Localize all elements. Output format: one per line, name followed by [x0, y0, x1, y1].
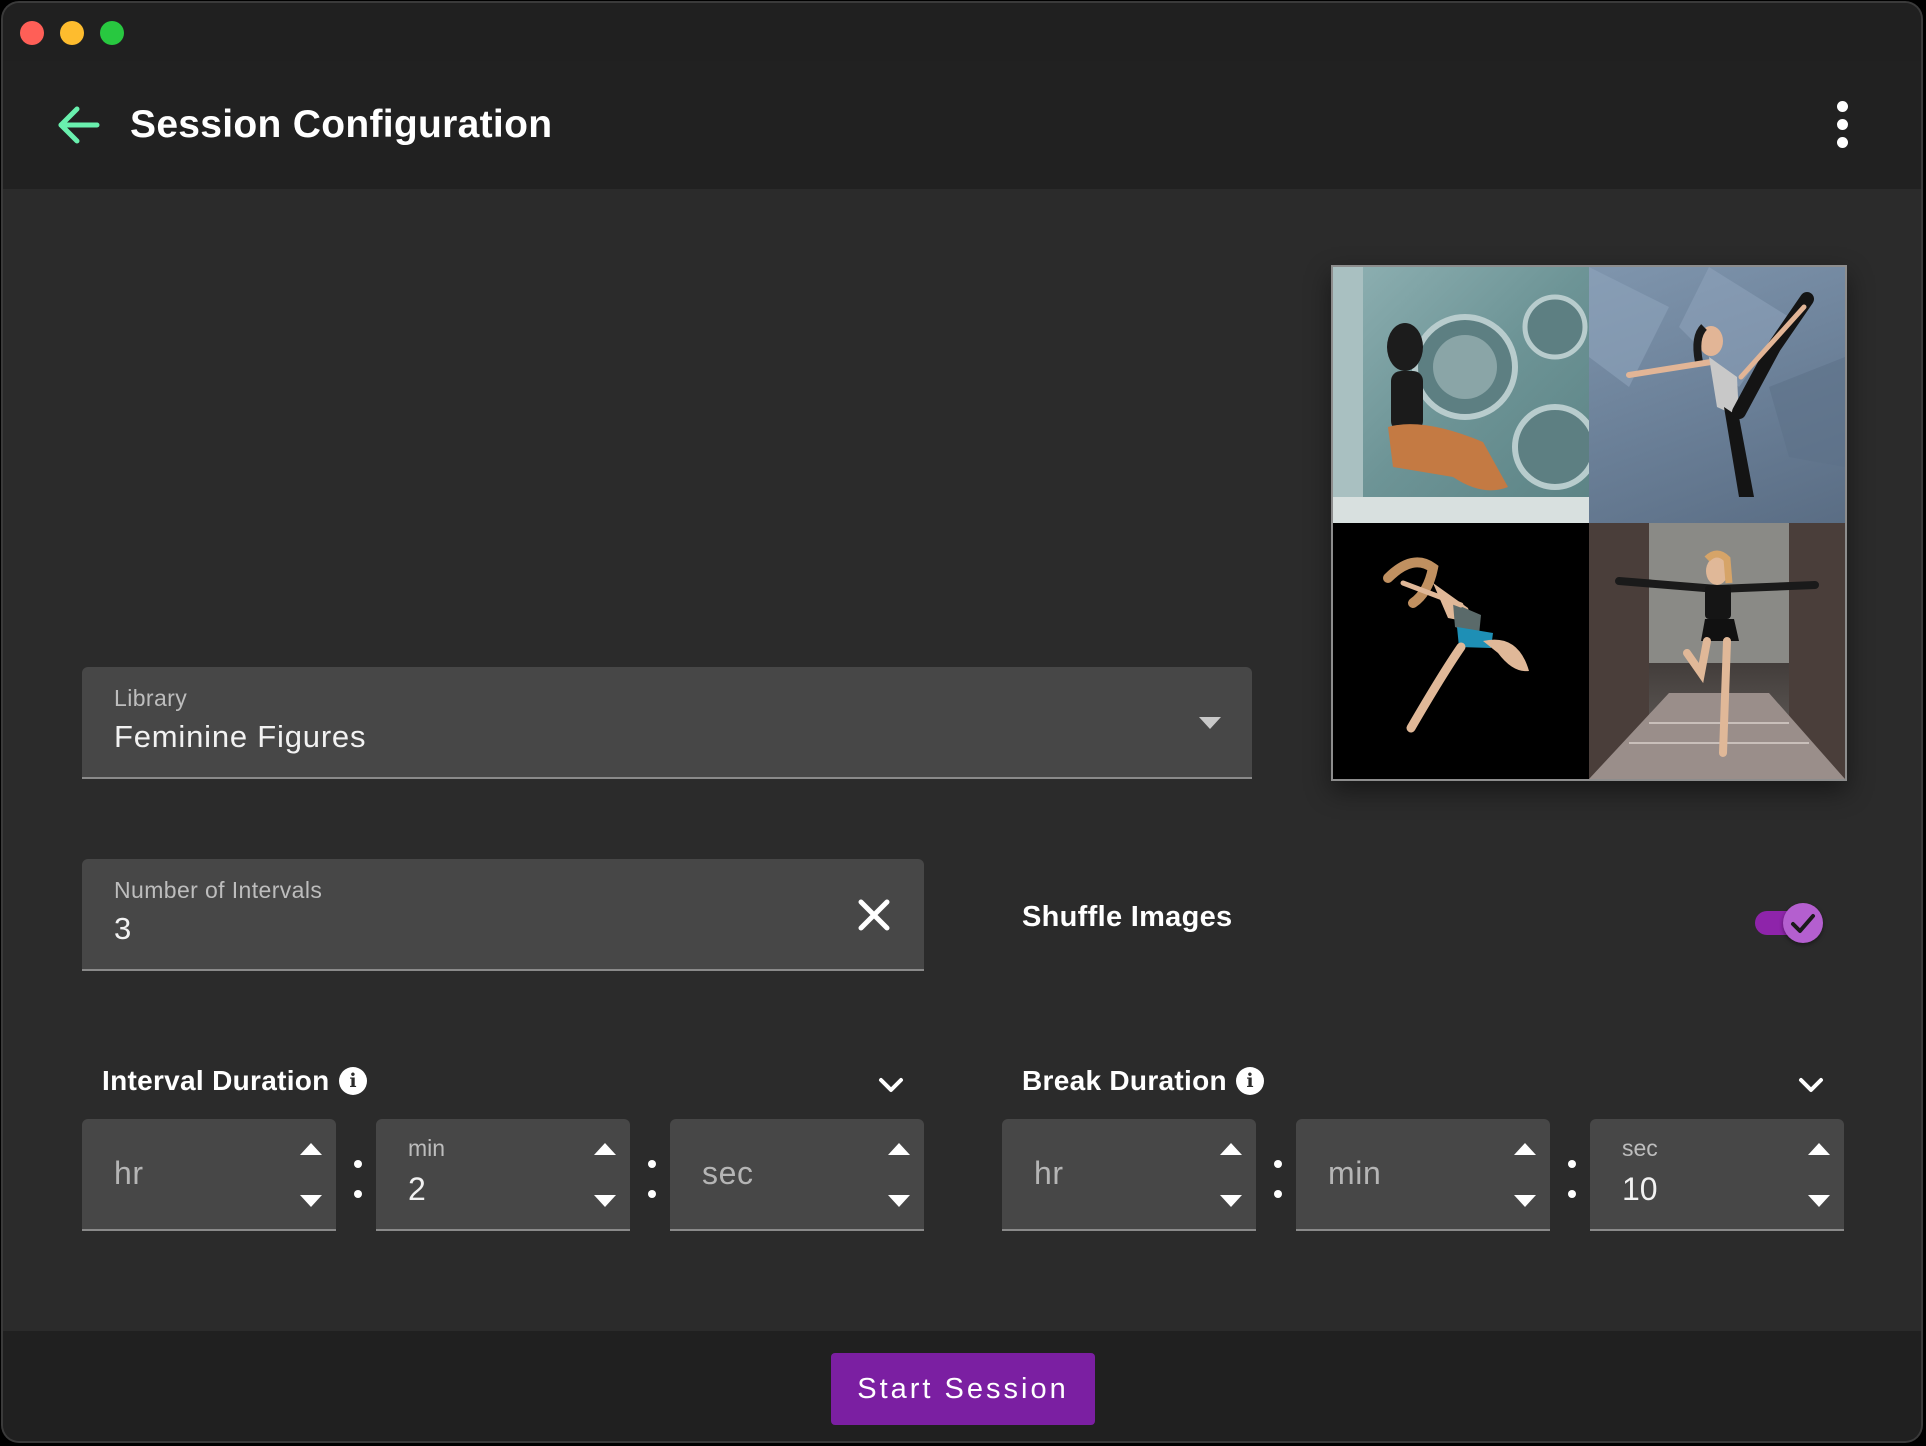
time-separator: [1274, 1160, 1282, 1208]
interval-duration-info-icon[interactable]: i: [339, 1067, 367, 1095]
footer-bar: Start Session: [3, 1331, 1921, 1441]
break-seconds-increment[interactable]: [1808, 1143, 1830, 1155]
dancer-leaping-photo: [1333, 523, 1589, 779]
break-seconds-decrement[interactable]: [1808, 1195, 1830, 1207]
break-hours-decrement[interactable]: [1220, 1195, 1242, 1207]
chevron-down-icon: [879, 1078, 903, 1092]
library-label: Library: [114, 685, 188, 711]
break-minutes-increment[interactable]: [1514, 1143, 1536, 1155]
zoom-window-button[interactable]: [100, 21, 124, 45]
break-minutes-decrement[interactable]: [1514, 1195, 1536, 1207]
interval-minutes-label: min: [408, 1135, 446, 1161]
shuffle-images-toggle[interactable]: [1751, 899, 1827, 947]
library-value: Feminine Figures: [114, 719, 367, 754]
toggle-thumb: [1783, 903, 1823, 943]
caret-down-icon: [1199, 717, 1221, 729]
intervals-label: Number of Intervals: [114, 877, 323, 903]
minimize-window-button[interactable]: [60, 21, 84, 45]
break-duration-info-icon[interactable]: i: [1236, 1067, 1264, 1095]
break-duration-expand-button[interactable]: [1793, 1067, 1829, 1103]
time-separator: [354, 1160, 362, 1208]
interval-hours-decrement[interactable]: [300, 1195, 322, 1207]
dancer-standing-split-photo: [1589, 267, 1845, 523]
interval-hours-placeholder: hr: [114, 1155, 144, 1191]
dancer-street-arabesque-photo: [1589, 523, 1845, 779]
interval-minutes-input[interactable]: min 2: [376, 1119, 630, 1231]
interval-seconds-input[interactable]: sec: [670, 1119, 924, 1231]
break-seconds-label: sec: [1622, 1135, 1658, 1161]
intervals-field[interactable]: Number of Intervals 3: [82, 859, 924, 971]
app-bar: Session Configuration: [3, 61, 1921, 189]
break-duration-label: Break Duration: [1022, 1065, 1227, 1096]
clear-intervals-button[interactable]: [856, 897, 892, 933]
break-minutes-placeholder: min: [1328, 1155, 1382, 1191]
interval-minutes-value: 2: [408, 1171, 426, 1207]
break-seconds-input[interactable]: sec 10: [1590, 1119, 1844, 1231]
chevron-down-icon: [1799, 1078, 1823, 1092]
shuffle-images-label: Shuffle Images: [1022, 901, 1233, 933]
app-window: Session Configuration Library Feminine F…: [3, 3, 1921, 1441]
window-titlebar: [3, 3, 1921, 61]
interval-hours-increment[interactable]: [300, 1143, 322, 1155]
more-options-button[interactable]: [1823, 97, 1863, 153]
break-minutes-input[interactable]: min: [1296, 1119, 1550, 1231]
library-preview-grid: [1331, 265, 1847, 781]
time-separator: [648, 1160, 656, 1208]
interval-minutes-increment[interactable]: [594, 1143, 616, 1155]
interval-seconds-decrement[interactable]: [888, 1195, 910, 1207]
break-hours-input[interactable]: hr: [1002, 1119, 1256, 1231]
arrow-left-icon: [58, 106, 100, 144]
check-icon: [1791, 914, 1815, 933]
break-seconds-value: 10: [1622, 1171, 1658, 1207]
close-window-button[interactable]: [20, 21, 44, 45]
start-session-button[interactable]: Start Session: [831, 1353, 1095, 1425]
break-hours-increment[interactable]: [1220, 1143, 1242, 1155]
page-title: Session Configuration: [130, 103, 553, 146]
interval-seconds-increment[interactable]: [888, 1143, 910, 1155]
library-select[interactable]: Library Feminine Figures: [82, 667, 1252, 779]
close-icon: [858, 899, 890, 931]
woman-laundromat-photo: [1333, 267, 1589, 523]
interval-duration-expand-button[interactable]: [873, 1067, 909, 1103]
break-hours-placeholder: hr: [1034, 1155, 1064, 1191]
interval-duration-label: Interval Duration: [102, 1065, 330, 1096]
interval-hours-input[interactable]: hr: [82, 1119, 336, 1231]
time-separator: [1568, 1160, 1576, 1208]
interval-minutes-decrement[interactable]: [594, 1195, 616, 1207]
interval-seconds-placeholder: sec: [702, 1155, 754, 1191]
intervals-value: 3: [114, 911, 133, 946]
back-button[interactable]: [53, 99, 105, 151]
